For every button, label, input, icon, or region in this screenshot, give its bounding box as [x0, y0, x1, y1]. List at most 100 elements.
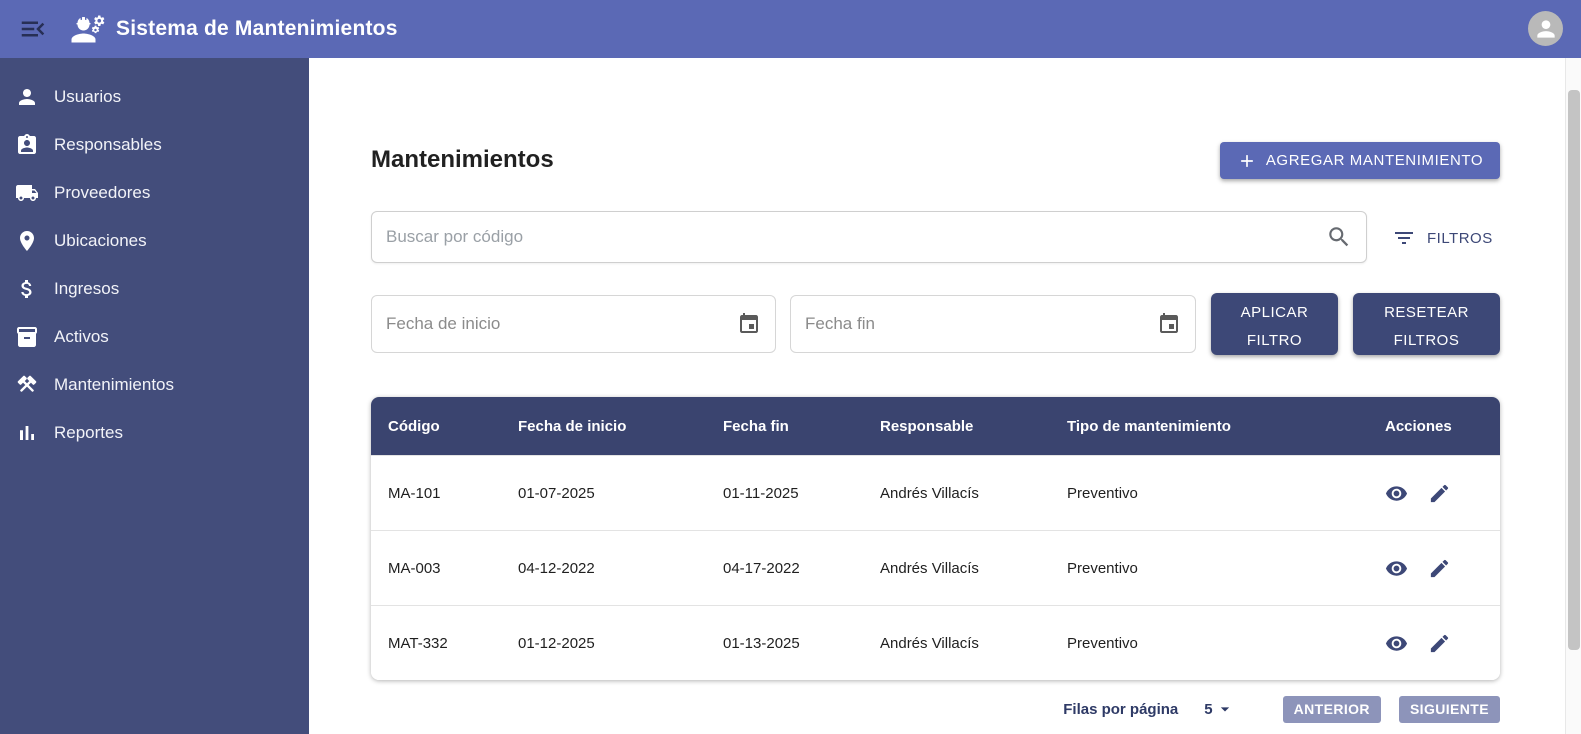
sidebar-item-usuarios[interactable]: Usuarios	[0, 73, 309, 121]
view-button[interactable]	[1385, 482, 1408, 505]
rows-per-page-value: 5	[1204, 700, 1213, 718]
start-date-input[interactable]	[386, 314, 737, 334]
search-input[interactable]	[386, 227, 1326, 247]
sidebar-item-label: Mantenimientos	[54, 375, 175, 394]
search-icon[interactable]	[1326, 224, 1352, 250]
cell-tipo: Preventivo	[1067, 559, 1138, 577]
pencil-icon	[1428, 482, 1451, 505]
inventory-icon	[15, 325, 39, 349]
crossed-tools-icon	[15, 373, 39, 397]
previous-page-button[interactable]: ANTERIOR	[1282, 695, 1381, 723]
eye-icon	[1385, 482, 1408, 505]
cell-fecha-fin: 01-13-2025	[723, 634, 800, 652]
cell-codigo: MA-101	[388, 484, 441, 502]
sidebar-item-label: Usuarios	[54, 87, 122, 106]
maintenance-table: Código Fecha de inicio Fecha fin Respons…	[371, 397, 1500, 680]
location-pin-icon	[15, 229, 39, 253]
cell-fecha-inicio: 04-12-2022	[518, 559, 595, 577]
sidebar: Usuarios Responsables Proveedores Ubicac…	[0, 58, 309, 734]
person-icon	[15, 85, 39, 109]
pagination-bar: Filas por página 5 ANTERIOR SIGUIENTE	[1000, 694, 1500, 724]
pencil-icon	[1428, 632, 1451, 655]
end-date-input[interactable]	[805, 314, 1157, 334]
column-header-tipo: Tipo de mantenimiento	[1067, 417, 1231, 435]
column-header-fecha-inicio: Fecha de inicio	[518, 417, 627, 435]
end-date-field	[790, 295, 1196, 353]
table-row: MA-101 01-07-2025 01-11-2025 Andrés Vill…	[371, 455, 1500, 530]
assignment-ind-icon	[15, 133, 39, 157]
cell-responsable: Andrés Villacís	[880, 559, 979, 577]
add-maintenance-label: AGREGAR MANTENIMIENTO	[1265, 152, 1484, 169]
sidebar-item-label: Ingresos	[54, 279, 120, 298]
cell-tipo: Preventivo	[1067, 484, 1138, 502]
view-button[interactable]	[1385, 632, 1408, 655]
cell-acciones	[1368, 557, 1500, 580]
app-header: Sistema de Mantenimientos	[0, 0, 1581, 58]
rows-per-page-select[interactable]: 5	[1204, 699, 1234, 719]
table-header-row: Código Fecha de inicio Fecha fin Respons…	[371, 397, 1500, 455]
sidebar-item-label: Proveedores	[54, 183, 151, 202]
app-title: Sistema de Mantenimientos	[116, 17, 398, 40]
cell-fecha-fin: 01-11-2025	[723, 484, 799, 502]
dollar-icon	[15, 277, 39, 301]
rows-per-page-label: Filas por página	[1063, 700, 1179, 718]
cell-acciones	[1368, 632, 1500, 655]
sidebar-item-label: Ubicaciones	[54, 231, 147, 250]
cell-responsable: Andrés Villacís	[880, 484, 979, 502]
cell-codigo: MAT-332	[388, 634, 448, 652]
column-header-fecha-fin: Fecha fin	[723, 417, 789, 435]
filters-button[interactable]: FILTROS	[1392, 224, 1493, 252]
search-box	[371, 211, 1367, 263]
page-title: Mantenimientos	[371, 146, 554, 173]
plus-icon	[1237, 151, 1257, 171]
column-header-codigo: Código	[388, 417, 440, 435]
cell-fecha-fin: 04-17-2022	[723, 559, 800, 577]
table-row: MAT-332 01-12-2025 01-13-2025 Andrés Vil…	[371, 605, 1500, 680]
sidebar-item-ubicaciones[interactable]: Ubicaciones	[0, 217, 309, 265]
apply-filter-button[interactable]: APLICAR FILTRO	[1211, 293, 1338, 355]
cell-fecha-inicio: 01-07-2025	[518, 484, 595, 502]
view-button[interactable]	[1385, 557, 1408, 580]
menu-toggle-button[interactable]	[16, 12, 50, 46]
reset-filters-button[interactable]: RESETEAR FILTROS	[1353, 293, 1500, 355]
start-date-field	[371, 295, 776, 353]
calendar-icon[interactable]	[737, 312, 761, 336]
cell-codigo: MA-003	[388, 559, 441, 577]
edit-button[interactable]	[1428, 482, 1451, 505]
bar-chart-icon	[15, 421, 39, 445]
cell-fecha-inicio: 01-12-2025	[518, 634, 595, 652]
next-page-button[interactable]: SIGUIENTE	[1398, 695, 1500, 723]
engineering-logo-icon	[70, 11, 106, 47]
column-header-acciones: Acciones	[1385, 417, 1452, 435]
cell-acciones	[1368, 482, 1500, 505]
chevron-down-icon	[1213, 699, 1235, 719]
table-row: MA-003 04-12-2022 04-17-2022 Andrés Vill…	[371, 530, 1500, 605]
column-header-responsable: Responsable	[880, 417, 974, 435]
edit-button[interactable]	[1428, 557, 1451, 580]
sidebar-item-label: Activos	[54, 327, 109, 346]
cell-tipo: Preventivo	[1067, 634, 1138, 652]
pencil-icon	[1428, 557, 1451, 580]
edit-button[interactable]	[1428, 632, 1451, 655]
cell-responsable: Andrés Villacís	[880, 634, 979, 652]
sidebar-item-label: Reportes	[54, 423, 123, 442]
eye-icon	[1385, 632, 1408, 655]
filter-list-icon	[1392, 226, 1416, 250]
sidebar-item-mantenimientos[interactable]: Mantenimientos	[0, 361, 309, 409]
sidebar-item-responsables[interactable]: Responsables	[0, 121, 309, 169]
scrollbar-track[interactable]	[1565, 58, 1581, 734]
sidebar-item-label: Responsables	[54, 135, 162, 154]
sidebar-item-ingresos[interactable]: Ingresos	[0, 265, 309, 313]
sidebar-item-activos[interactable]: Activos	[0, 313, 309, 361]
user-avatar[interactable]	[1528, 11, 1563, 46]
menu-open-icon	[18, 14, 48, 44]
truck-icon	[15, 181, 39, 205]
add-maintenance-button[interactable]: AGREGAR MANTENIMIENTO	[1220, 142, 1500, 179]
calendar-icon[interactable]	[1157, 312, 1181, 336]
filters-label: FILTROS	[1427, 229, 1493, 247]
eye-icon	[1385, 557, 1408, 580]
sidebar-item-reportes[interactable]: Reportes	[0, 409, 309, 457]
sidebar-item-proveedores[interactable]: Proveedores	[0, 169, 309, 217]
scrollbar-thumb[interactable]	[1568, 90, 1580, 650]
person-icon	[1533, 16, 1559, 42]
